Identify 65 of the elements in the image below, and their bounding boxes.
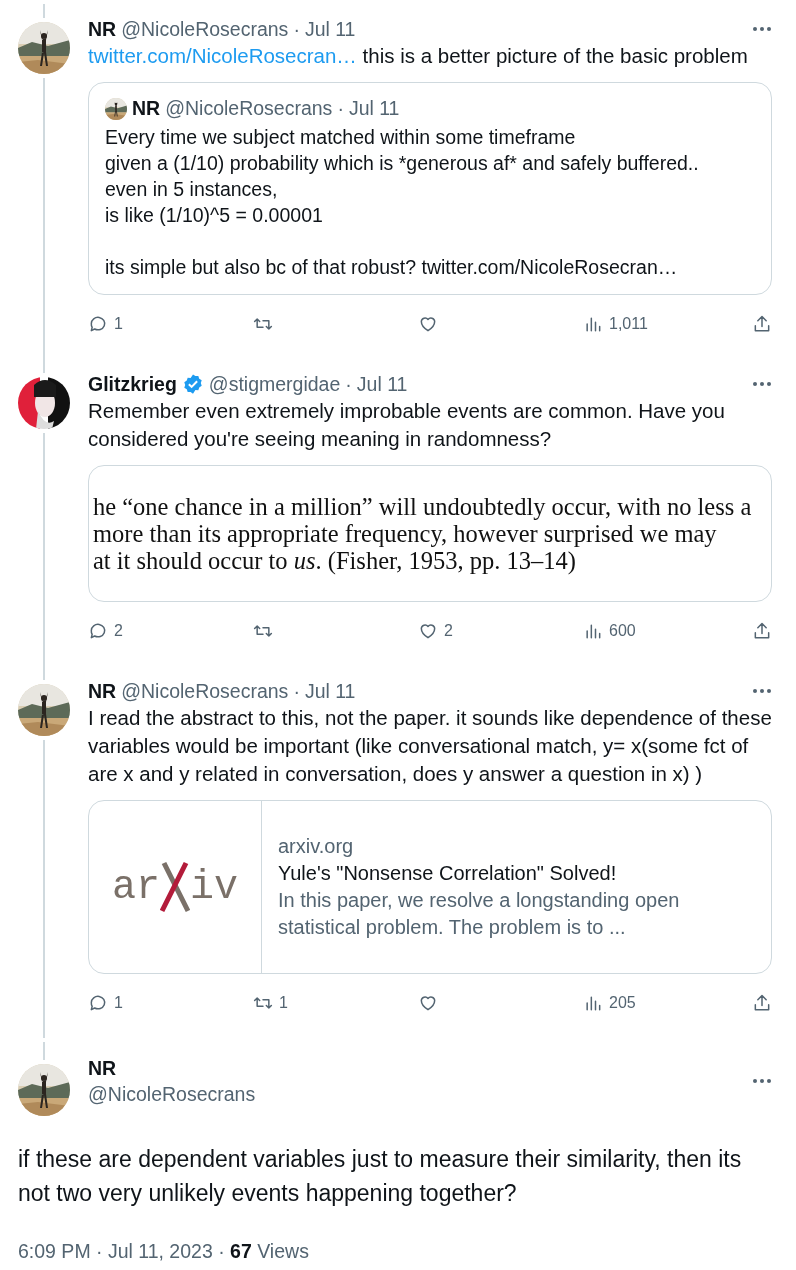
post-timestamp-views: 6:09 PM · Jul 11, 2023 · 67 Views — [17, 1239, 310, 1263]
author-name: NR — [132, 97, 161, 120]
separator-dot: · — [293, 679, 300, 703]
more-icon[interactable] — [752, 1078, 772, 1084]
repost-button[interactable]: 1 — [253, 993, 288, 1013]
post-text: if these are dependent variables just to measure their similarity, then its not two very unlikely events happening together? — [17, 1145, 743, 1208]
quoted-post-text: Every time we subject matched within some timeframe given a (1/10) probability which is *generous af* and safely buffered.. even in 5 instances, is like (1/10)^5 = 0.00001 its simple but also bc of that robust? twitter.com/NicoleRosecran… — [105, 125, 700, 280]
logo-text: ar — [112, 864, 160, 910]
post-text: Remember even extremely improbable events are common. Have you considered you're seeing meaning in randomness? — [88, 398, 726, 452]
more-icon[interactable] — [752, 26, 772, 32]
more-icon[interactable] — [752, 688, 772, 694]
post-date: Jul 11 — [356, 372, 408, 396]
author-name: NR — [88, 679, 117, 703]
separator-dot: · — [345, 372, 352, 396]
separator-dot: · — [337, 97, 344, 120]
views-button[interactable]: 1,011 — [583, 314, 648, 334]
author-name: NR — [88, 1056, 118, 1081]
post-date: Jul 11 — [304, 679, 356, 703]
author-handle: @NicoleRosecrans — [88, 1082, 256, 1107]
link-title: Yule's "Nonsense Correlation" Solved! — [278, 861, 618, 886]
share-icon — [752, 993, 772, 1013]
heart-icon — [418, 993, 438, 1013]
heart-icon — [418, 314, 438, 334]
document-text-line: he “one chance in a million” will undoubtedly occur, with no less a — [93, 493, 753, 520]
link-description: In this paper, we resolve a longstanding open statistical problem. The problem is to ... — [278, 888, 681, 940]
like-button[interactable] — [418, 314, 438, 334]
post-text: twitter.com/NicoleRosecran… this is a better picture of the basic problem — [88, 43, 749, 69]
bar-chart-icon — [583, 621, 603, 641]
reply-icon — [88, 993, 108, 1013]
share-button[interactable] — [752, 314, 772, 334]
reply-icon — [88, 621, 108, 641]
quoted-post-card[interactable] — [88, 82, 772, 295]
link-domain: arxiv.org — [278, 834, 355, 859]
post-date: Jul 11 — [348, 97, 400, 120]
cross-mark-icon — [160, 859, 190, 915]
author-handle: @NicoleRosecrans — [165, 97, 333, 120]
like-button[interactable] — [418, 993, 438, 1013]
post-date: Jul 11 — [304, 17, 356, 41]
share-button[interactable] — [752, 621, 772, 641]
share-icon — [752, 314, 772, 334]
reply-button[interactable]: 1 — [88, 314, 123, 334]
link-preview-card[interactable]: ar iv arxiv.org Yule's "Nonsense Correlation" Solved! In this paper, we resolve a longstanding open statistical problem. The problem is to ... — [88, 800, 772, 974]
views-button[interactable]: 205 — [583, 993, 636, 1013]
like-button[interactable]: 2 — [418, 621, 453, 641]
bar-chart-icon — [583, 993, 603, 1013]
more-icon[interactable] — [752, 381, 772, 387]
bar-chart-icon — [583, 314, 603, 334]
author-name: Glitzkrieg — [88, 372, 177, 396]
reply-button[interactable]: 2 — [88, 621, 123, 641]
document-text-line: at it should occur to us. (Fisher, 1953, pp. 13–14) — [93, 547, 577, 574]
share-icon — [752, 621, 772, 641]
logo-text: iv — [190, 864, 238, 910]
author-handle: @stigmergidae — [208, 372, 341, 396]
author-name: NR — [88, 17, 117, 41]
document-excerpt-card[interactable]: he “one chance in a million” will undoubtedly occur, with no less a more than its appropriate frequency, however surprised we may at it should occur to us. (Fisher, 1953, pp. 13–14) — [88, 465, 772, 602]
document-text-line: more than its appropriate frequency, however surprised we may — [93, 520, 718, 547]
views-button[interactable]: 600 — [583, 621, 636, 641]
heart-icon — [418, 621, 438, 641]
author-handle: @NicoleRosecrans — [121, 17, 289, 41]
reply-icon — [88, 314, 108, 334]
separator-dot: · — [293, 17, 300, 41]
post-text: I read the abstract to this, not the paper. it sounds like dependence of these variables would be important (like conversational match, y= x(some fct of are x and y related in conversation, does y answer a question in x) ) — [88, 705, 772, 787]
share-button[interactable] — [752, 993, 772, 1013]
author-handle: @NicoleRosecrans — [121, 679, 289, 703]
reply-button[interactable]: 1 — [88, 993, 123, 1013]
